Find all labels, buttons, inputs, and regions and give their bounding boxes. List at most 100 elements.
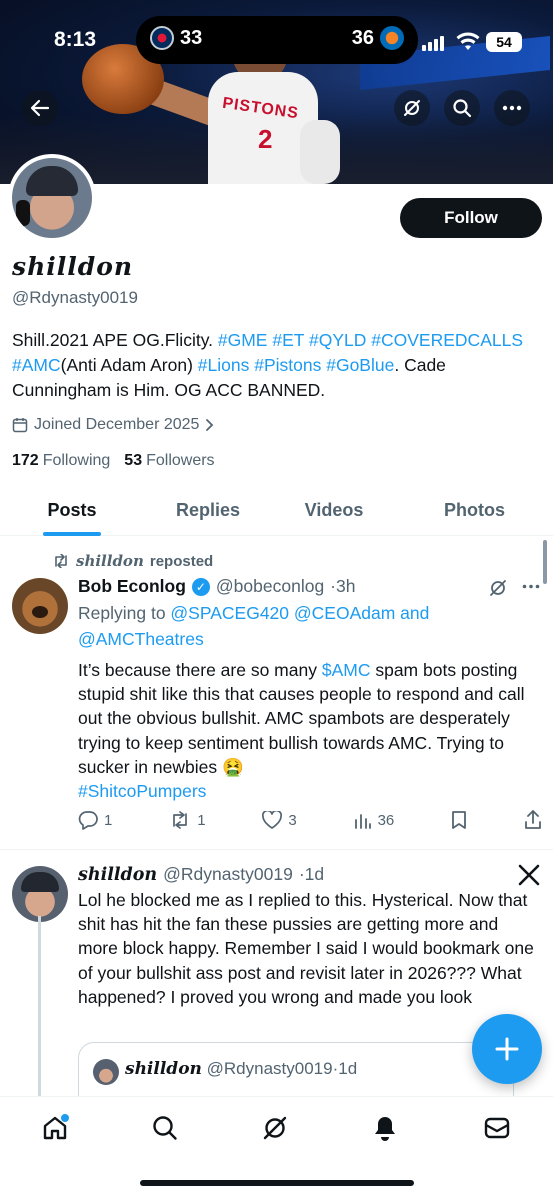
grok-icon [263,1116,287,1140]
post[interactable]: shilldon @Rdynasty0019·1d Lol he blocked… [0,852,553,1112]
post-more-button[interactable] [522,584,540,589]
tab-photos[interactable]: Photos [396,484,553,536]
replying-and: and [395,603,430,623]
avatar-mic [16,200,30,226]
following-link[interactable]: 172 Following [12,452,110,470]
replying-to: Replying to @SPACEG420 @CEOAdam and @AMCT… [78,600,518,652]
mention-link[interactable]: @SPACEG420 [170,603,289,623]
home-icon [43,1114,69,1140]
hashtag-link[interactable]: #GoBlue [326,355,394,375]
away-score: 33 [180,26,203,49]
bio-text: Shill.2021 APE OG.Flicity. [12,330,218,350]
author-handle[interactable]: @Rdynasty0019 [163,864,293,885]
search-icon [153,1116,177,1140]
battery-indicator: 54 [486,32,522,52]
hashtag-link[interactable]: #AMC [12,355,61,375]
joined-label: Joined December 2025 [34,416,200,433]
post[interactable]: shilldon reposted Bob Econlog ✓ @bobecon… [0,540,553,850]
hashtag-link[interactable]: #Pistons [254,355,321,375]
profile-bio: Shill.2021 APE OG.Flicity. #GME #ET #QYL… [12,328,542,403]
followers-count: 53 [124,452,143,469]
followers-label: Followers [146,452,215,469]
grok-explain-button[interactable] [488,578,508,598]
profile-avatar[interactable] [8,154,96,242]
dynamic-island[interactable]: 33 36 [136,16,418,64]
tab-posts[interactable]: Posts [0,484,144,536]
share-button[interactable] [524,810,542,830]
quote-author: shilldon [125,1059,202,1079]
bookmark-icon [452,811,466,829]
hashtag-link[interactable]: #QYLD [309,330,366,350]
views-icon [354,814,371,829]
plus-icon [495,1037,519,1061]
author-name[interactable]: Bob Econlog [78,576,186,597]
reply-button[interactable]: 1 [78,810,112,830]
repost-button[interactable]: 1 [169,811,206,829]
nav-grok[interactable] [258,1111,292,1145]
mail-icon [484,1117,510,1139]
more-icon [502,105,522,111]
back-button[interactable] [22,90,58,126]
avatar[interactable] [12,866,68,922]
grok-icon [490,580,506,596]
quote-handle: @Rdynasty0019 [206,1059,333,1078]
joined-date[interactable]: Joined December 2025 [12,416,215,434]
bookmark-button[interactable] [451,810,467,830]
bio-text: (Anti Adam Aron) [60,355,198,375]
views-button[interactable]: 36 [354,811,394,829]
repost-icon [173,811,188,829]
author-name[interactable]: shilldon [78,865,157,885]
reply-icon [78,811,98,830]
nav-notifications[interactable] [368,1111,402,1145]
grok-icon [404,100,420,116]
x-logo-icon [518,864,540,886]
bell-icon [375,1117,395,1141]
avatar[interactable] [12,578,68,634]
post-time[interactable]: ·3h [330,576,355,597]
hashtag-link[interactable]: #Lions [198,355,250,375]
quote-time: ·1d [332,1059,358,1078]
signal-icon [422,36,444,51]
post-text: It’s because there are so many $AMC spam… [78,658,540,803]
profile-handle: @Rdynasty0019 [12,288,138,307]
more-icon [522,584,540,589]
hashtag-link[interactable]: #GME [218,330,268,350]
nav-messages[interactable] [480,1111,514,1145]
wizards-logo-icon [150,26,174,50]
quote-header: shilldon @Rdynasty0019·1d [125,1059,357,1079]
repost-icon [55,554,67,568]
repost-user[interactable]: shilldon [76,552,144,570]
mention-link[interactable]: @CEOAdam [294,603,395,623]
post-time[interactable]: ·1d [299,864,324,885]
followers-link[interactable]: 53 Followers [124,452,214,470]
like-button[interactable]: 3 [262,811,297,829]
quote-avatar [93,1059,119,1085]
jersey-name: PISTONS [221,94,300,123]
follow-counts: 172 Following 53 Followers [12,452,215,470]
back-arrow-icon [30,99,50,117]
hashtag-link[interactable]: #COVEREDCALLS [371,330,523,350]
avatar-cap [26,166,78,196]
nav-search[interactable] [148,1111,182,1145]
home-score: 36 [351,26,374,49]
wifi-icon [456,32,480,52]
player-sleeve [300,120,340,184]
follow-button[interactable]: Follow [400,198,542,238]
share-icon [525,810,541,829]
tab-replies[interactable]: Replies [144,484,272,536]
more-button[interactable] [494,90,530,126]
hashtag-link[interactable]: #ShitcoPumpers [78,781,206,801]
away-team: 33 [150,26,202,50]
grok-button[interactable] [394,90,430,126]
hashtag-link[interactable]: #ET [272,330,304,350]
author-handle[interactable]: @bobeconlog [216,576,324,597]
compose-button[interactable] [472,1014,542,1084]
following-count: 172 [12,452,39,469]
mention-link[interactable]: @AMCTheatres [78,629,204,649]
search-icon [453,99,472,118]
tab-videos[interactable]: Videos [272,484,396,536]
nav-home[interactable] [38,1111,72,1145]
home-indicator[interactable] [140,1180,414,1186]
search-button[interactable] [444,90,480,126]
cashtag-link[interactable]: $AMC [322,660,371,680]
